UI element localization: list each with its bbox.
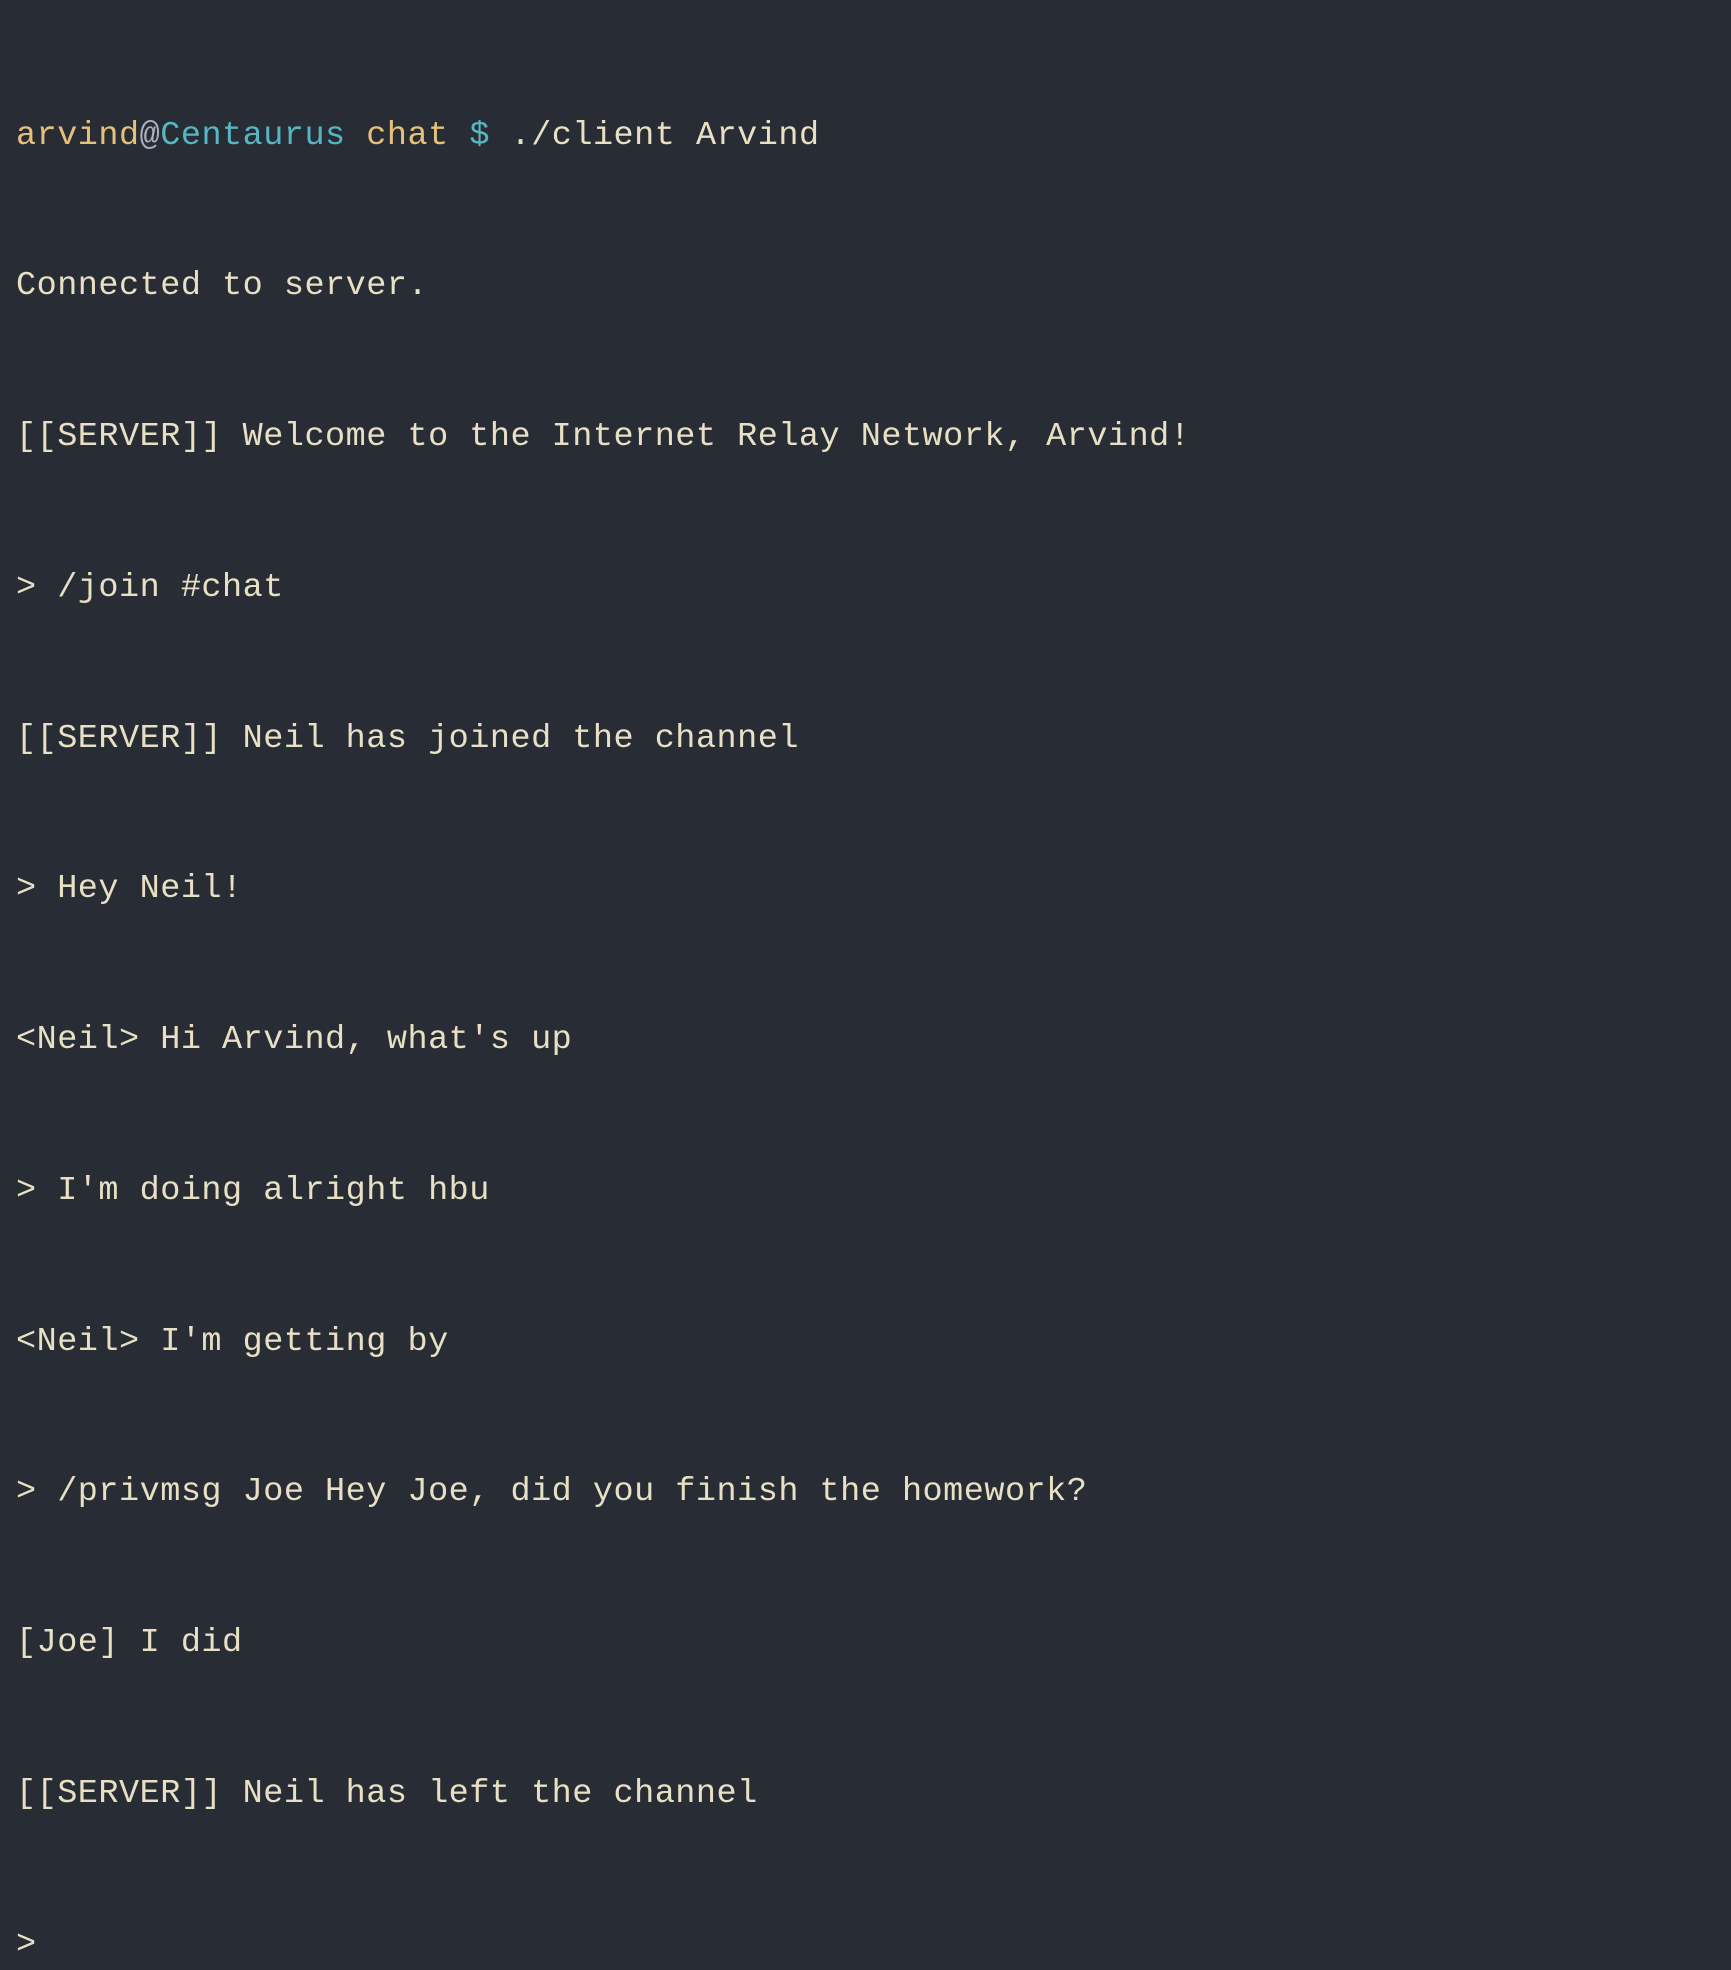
prompt-dollar: $ — [469, 117, 490, 155]
terminal-output-line: > /privmsg Joe Hey Joe, did you finish t… — [16, 1467, 1715, 1517]
prompt-host: Centaurus — [160, 117, 345, 155]
terminal-output-line: [[SERVER]] Neil has left the channel — [16, 1769, 1715, 1819]
shell-command: ./client Arvind — [511, 117, 820, 155]
terminal-output-line: <Neil> Hi Arvind, what's up — [16, 1015, 1715, 1065]
terminal-output-line: > Hey Neil! — [16, 864, 1715, 914]
terminal-window[interactable]: arvind@Centaurus chat $ ./client Arvind … — [16, 10, 1715, 1970]
prompt-at: @ — [140, 117, 161, 155]
terminal-output-line: Connected to server. — [16, 261, 1715, 311]
terminal-output-line: > /join #chat — [16, 563, 1715, 613]
terminal-output-line: [Joe] I did — [16, 1618, 1715, 1668]
terminal-input-prompt[interactable]: > — [16, 1920, 1715, 1970]
prompt-user: arvind — [16, 117, 140, 155]
terminal-output-line: [[SERVER]] Neil has joined the channel — [16, 714, 1715, 764]
prompt-path: chat — [366, 117, 448, 155]
terminal-output-line: [[SERVER]] Welcome to the Internet Relay… — [16, 412, 1715, 462]
terminal-output-line: > I'm doing alright hbu — [16, 1166, 1715, 1216]
shell-prompt-line: arvind@Centaurus chat $ ./client Arvind — [16, 111, 1715, 161]
terminal-output-line: <Neil> I'm getting by — [16, 1317, 1715, 1367]
